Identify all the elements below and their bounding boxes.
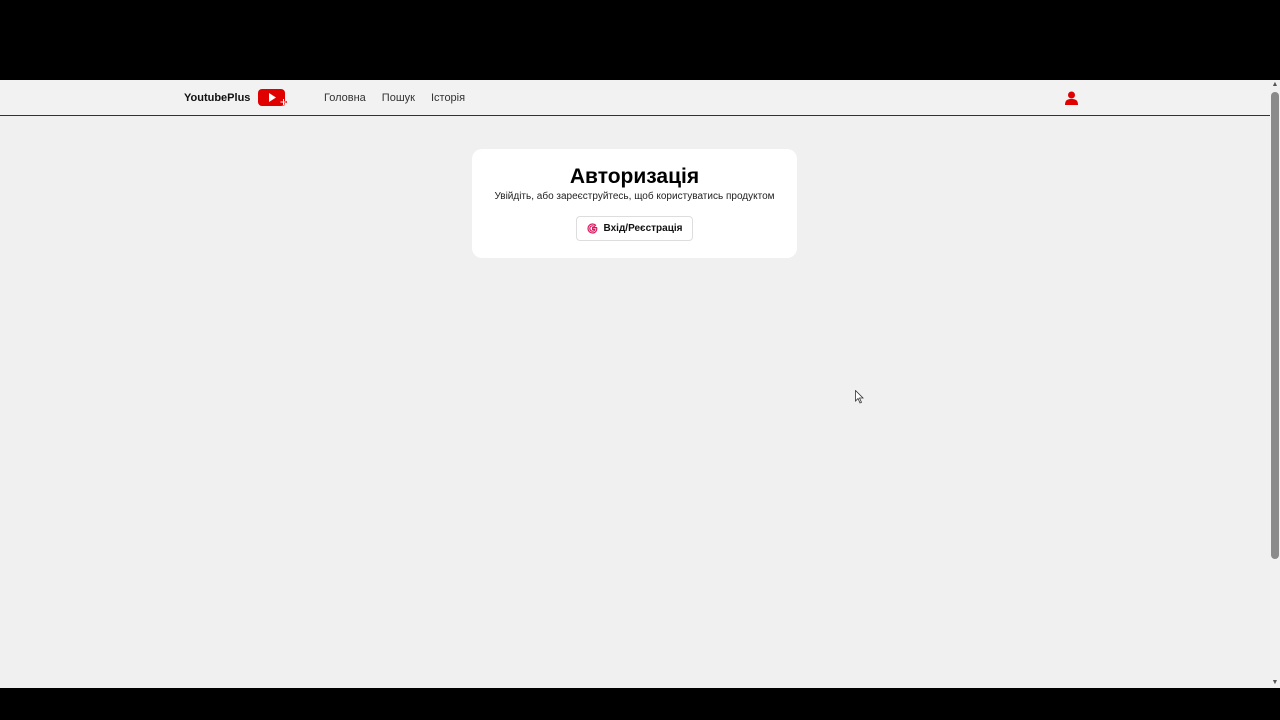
login-register-button[interactable]: Вхід/Реєстрація <box>575 216 694 241</box>
brand[interactable]: YoutubePlus <box>184 89 288 107</box>
login-register-label: Вхід/Реєстрація <box>603 223 683 234</box>
brand-name: YoutubePlus <box>184 92 251 104</box>
youtube-plus-logo-icon <box>258 89 288 107</box>
nav-link-search[interactable]: Пошук <box>382 92 415 104</box>
user-icon[interactable] <box>1065 91 1078 105</box>
nav-links: Головна Пошук Історія <box>324 92 465 104</box>
scroll-down-arrow-icon[interactable]: ▼ <box>1270 678 1280 688</box>
nav-link-home[interactable]: Головна <box>324 92 366 104</box>
navbar: YoutubePlus Головна Пошук Історія <box>0 80 1270 116</box>
auth-subtitle: Увійдіть, або зареєструйтесь, щоб корист… <box>494 191 775 202</box>
google-icon <box>586 223 598 234</box>
auth-card: Авторизація Увійдіть, або зареєструйтесь… <box>472 149 797 258</box>
auth-title: Авторизація <box>569 165 700 188</box>
mouse-cursor-icon <box>855 390 864 404</box>
page-viewport: YoutubePlus Головна Пошук Історія Автори… <box>0 80 1270 688</box>
nav-link-history[interactable]: Історія <box>431 92 465 104</box>
scrollbar-thumb[interactable] <box>1271 92 1279 559</box>
browser-page: YoutubePlus Головна Пошук Історія Автори… <box>0 80 1280 688</box>
scroll-up-arrow-icon[interactable]: ▲ <box>1270 80 1280 90</box>
vertical-scrollbar[interactable]: ▲ ▼ <box>1270 80 1280 688</box>
